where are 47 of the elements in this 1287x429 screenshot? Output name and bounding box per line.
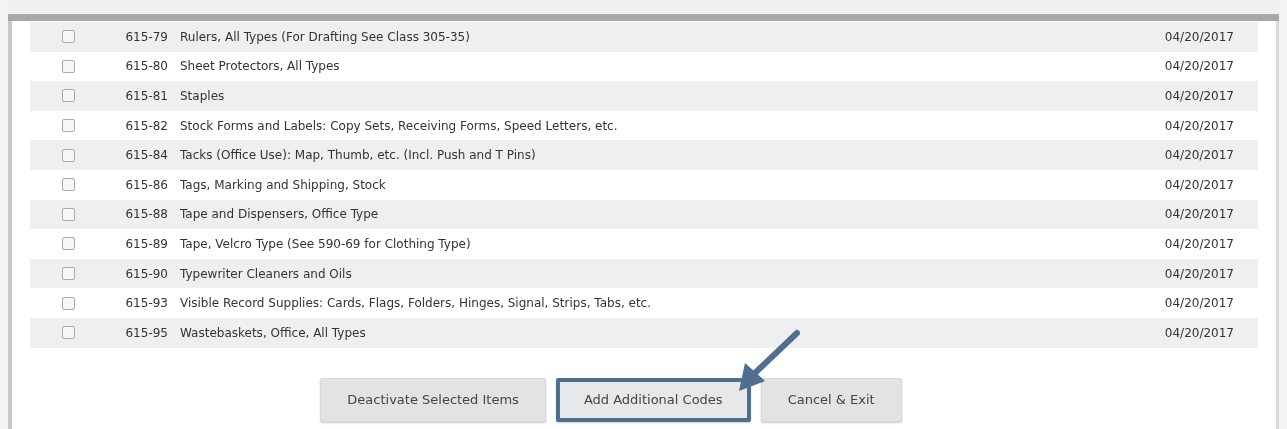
item-code: 615-82 (124, 118, 169, 133)
item-code: 615-81 (124, 89, 169, 103)
item-date: 04/20/2017 (1163, 148, 1235, 163)
item-date: 04/20/2017 (1163, 325, 1235, 340)
action-button[interactable]: Deactivate Selected Items (320, 377, 546, 422)
checkbox[interactable] (61, 296, 75, 310)
item-description: Tacks (Office Use): Map, Thumb, etc. (Incl. Push and T Pins) (180, 148, 537, 163)
item-code: 615-93 (124, 296, 169, 311)
checkbox[interactable] (61, 237, 75, 251)
item-description: Tape, Velcro Type (See 590-69 for Clothing Type) (180, 236, 472, 251)
item-description: Stock Forms and Labels: Copy Sets, Receiving Forms, Speed Letters, etc. (180, 118, 619, 133)
item-description: Wastebaskets, Office, All Types (180, 325, 367, 340)
checkbox[interactable] (61, 119, 75, 133)
item-date: 04/20/2017 (1163, 266, 1235, 281)
item-code: 615-88 (124, 207, 169, 222)
item-code: 615-89 (124, 236, 169, 251)
item-date: 04/20/2017 (1163, 29, 1235, 44)
item-code: 615-80 (124, 59, 169, 74)
item-description: Rulers, All Types (For Drafting See Class 305-35) (180, 29, 471, 44)
item-code: 615-79 (124, 29, 169, 44)
item-description: Typewriter Cleaners and Oils (180, 266, 353, 281)
item-description: Sheet Protectors, All Types (180, 59, 341, 74)
item-date: 04/20/2017 (1163, 118, 1235, 133)
item-date: 04/20/2017 (1163, 177, 1235, 192)
item-code: 615-84 (124, 148, 169, 163)
item-date: 04/20/2017 (1163, 236, 1235, 251)
item-code: 615-86 (124, 177, 169, 192)
item-date: 04/20/2017 (1163, 296, 1235, 311)
checkbox[interactable] (61, 30, 75, 44)
checkbox[interactable] (61, 148, 75, 162)
item-date: 04/20/2017 (1163, 89, 1235, 103)
action-button[interactable]: Cancel & Exit (760, 377, 902, 422)
checkbox[interactable] (61, 207, 75, 221)
checkbox[interactable] (61, 326, 75, 340)
checkbox[interactable] (61, 89, 75, 103)
item-description: Tape and Dispensers, Office Type (180, 207, 380, 222)
checkbox[interactable] (61, 267, 75, 281)
item-date: 04/20/2017 (1163, 207, 1235, 222)
item-description: Visible Record Supplies: Cards, Flags, Folders, Hinges, Signal, Strips, Tabs, etc. (180, 296, 653, 311)
item-code: 615-95 (124, 325, 169, 340)
item-date: 04/20/2017 (1163, 59, 1235, 74)
item-code: 615-90 (124, 266, 169, 281)
item-description: Tags, Marking and Shipping, Stock (180, 177, 387, 192)
checkbox[interactable] (61, 59, 75, 73)
action-button[interactable]: Add Additional Codes (555, 377, 751, 422)
item-description: Staples (180, 89, 226, 103)
checkbox[interactable] (61, 178, 75, 192)
